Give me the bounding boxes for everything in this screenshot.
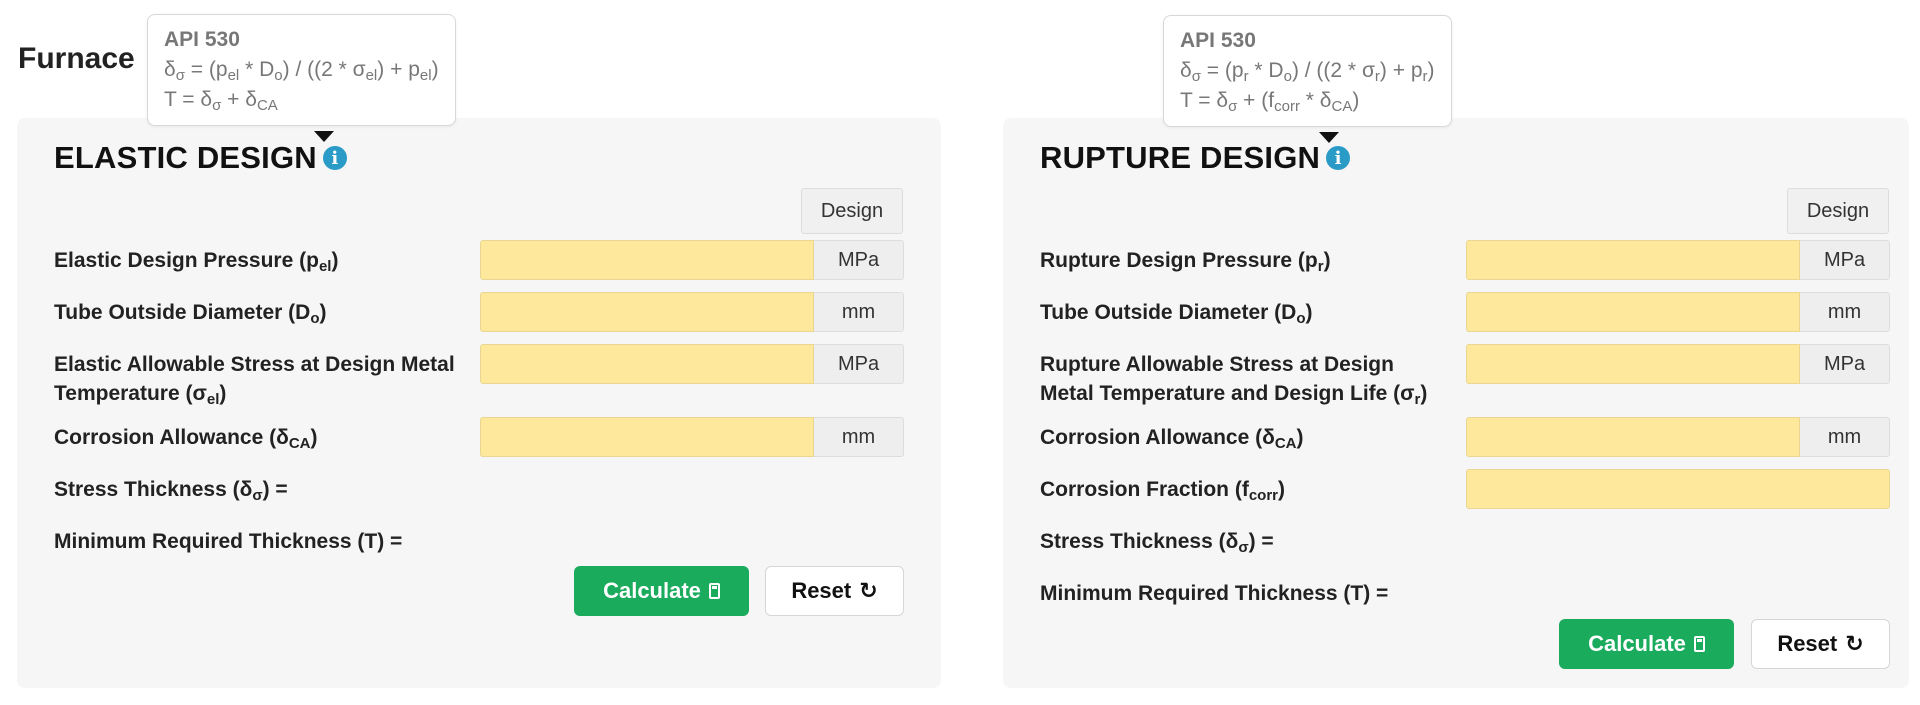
tooltip-arrow: [1319, 132, 1339, 143]
unit-addon: mm: [1800, 292, 1890, 332]
corrosion-allowance-input[interactable]: [1466, 417, 1800, 457]
corrosion-fraction-group: [1466, 469, 1890, 509]
reset-label: Reset: [1777, 631, 1838, 656]
elastic-design-title: ELASTIC DESIGN: [54, 140, 317, 175]
corrosion-allowance-label: Corrosion Allowance (δCA): [1040, 426, 1304, 452]
tooltip-arrow: [314, 131, 334, 142]
calculator-icon: [1693, 636, 1705, 652]
panel-heading: ELASTIC DESIGN i: [54, 140, 347, 176]
panel-heading: RUPTURE DESIGN i: [1040, 140, 1351, 176]
corrosion-allowance-input[interactable]: [480, 417, 814, 457]
unit-addon: mm: [814, 417, 904, 457]
corrosion-fraction-label: Corrosion Fraction (fcorr): [1040, 478, 1286, 504]
unit-addon: mm: [1800, 417, 1890, 457]
tooltip-formula-line-2: T = δσ + (fcorr * δCA): [1180, 89, 1360, 115]
rupture-allowable-stress-group: MPa: [1466, 344, 1890, 384]
unit-addon: MPa: [814, 240, 904, 280]
tooltip-title: API 530: [164, 28, 240, 51]
unit-addon: mm: [814, 292, 904, 332]
corrosion-fraction-input[interactable]: [1466, 469, 1890, 509]
rupture-design-pressure-group: MPa: [1466, 240, 1890, 280]
rupture-allowable-stress-input[interactable]: [1466, 344, 1800, 384]
rupture-design-pressure-label: Rupture Design Pressure (pr): [1040, 249, 1331, 275]
tube-outside-diameter-input[interactable]: [480, 292, 814, 332]
info-icon[interactable]: i: [322, 146, 347, 170]
corrosion-allowance-group: mm: [480, 417, 904, 457]
tooltip-formula-line-1: δσ = (pr * Do) / ((2 * σr) + pr): [1180, 59, 1435, 85]
elastic-design-pressure-group: MPa: [480, 240, 904, 280]
elastic-allowable-stress-label: Elastic Allowable Stress at Design Metal…: [54, 353, 455, 408]
minimum-required-thickness-result: Minimum Required Thickness (T) =: [54, 530, 403, 553]
tube-outside-diameter-label: Tube Outside Diameter (Do): [1040, 301, 1313, 327]
calculate-button[interactable]: Calculate: [574, 566, 749, 616]
rupture-design-panel: RUPTURE DESIGN i Design Rupture Design P…: [1003, 118, 1909, 688]
reset-label: Reset: [791, 578, 852, 603]
refresh-icon: ↻: [859, 578, 878, 603]
rupture-design-pressure-input[interactable]: [1466, 240, 1800, 280]
stress-thickness-result: Stress Thickness (δσ) =: [54, 478, 288, 504]
calculate-label: Calculate: [603, 578, 701, 603]
minimum-required-thickness-result: Minimum Required Thickness (T) =: [1040, 582, 1389, 605]
stress-thickness-result: Stress Thickness (δσ) =: [1040, 530, 1274, 556]
tube-outside-diameter-group: mm: [480, 292, 904, 332]
rupture-formula-tooltip: API 530 δσ = (pr * Do) / ((2 * σr) + pr)…: [1163, 15, 1452, 127]
reset-button[interactable]: Reset ↻: [765, 566, 904, 616]
info-icon[interactable]: i: [1326, 146, 1351, 170]
elastic-design-pressure-label: Elastic Design Pressure (pel): [54, 249, 339, 275]
unit-addon: MPa: [1800, 344, 1890, 384]
elastic-design-pressure-input[interactable]: [480, 240, 814, 280]
calculator-icon: [708, 583, 720, 599]
elastic-allowable-stress-group: MPa: [480, 344, 904, 384]
calculate-button[interactable]: Calculate: [1559, 619, 1734, 669]
calculate-label: Calculate: [1588, 631, 1686, 656]
tube-outside-diameter-input[interactable]: [1466, 292, 1800, 332]
rupture-allowable-stress-label: Rupture Allowable Stress at Design Metal…: [1040, 353, 1428, 408]
design-column-header: Design: [801, 188, 903, 234]
tube-outside-diameter-label: Tube Outside Diameter (Do): [54, 301, 327, 327]
elastic-allowable-stress-input[interactable]: [480, 344, 814, 384]
tooltip-formula-line-1: δσ = (pel * Do) / ((2 * σel) + pel): [164, 58, 439, 84]
corrosion-allowance-label: Corrosion Allowance (δCA): [54, 426, 318, 452]
elastic-formula-tooltip: API 530 δσ = (pel * Do) / ((2 * σel) + p…: [147, 14, 456, 126]
tooltip-formula-line-2: T = δσ + δCA: [164, 88, 278, 114]
tooltip-title: API 530: [1180, 29, 1256, 52]
unit-addon: MPa: [814, 344, 904, 384]
elastic-design-panel: ELASTIC DESIGN i Design Elastic Design P…: [17, 118, 941, 688]
unit-addon: MPa: [1800, 240, 1890, 280]
rupture-design-title: RUPTURE DESIGN: [1040, 140, 1321, 175]
page-title: Furnace: [18, 42, 135, 75]
reset-button[interactable]: Reset ↻: [1751, 619, 1890, 669]
design-column-header: Design: [1787, 188, 1889, 234]
corrosion-allowance-group: mm: [1466, 417, 1890, 457]
tube-outside-diameter-group: mm: [1466, 292, 1890, 332]
refresh-icon: ↻: [1845, 631, 1864, 656]
